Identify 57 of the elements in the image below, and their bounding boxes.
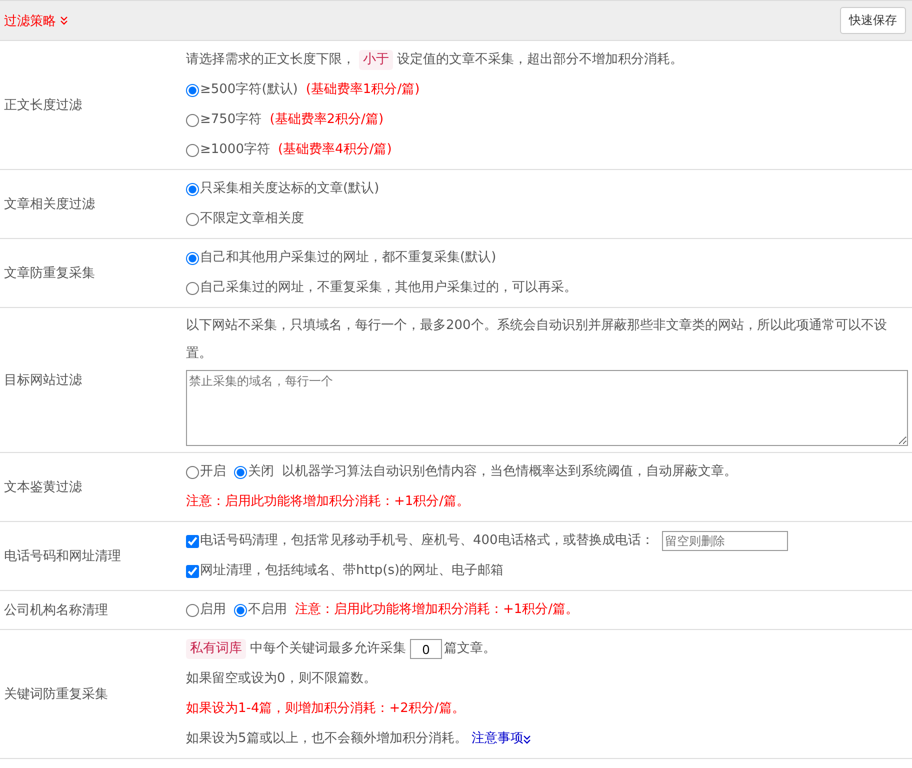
checkbox[interactable] <box>186 564 199 578</box>
setting-label: 正文长度过滤 <box>4 97 82 114</box>
description-text: 中每个关键词最多允许采集 <box>250 640 406 658</box>
setting-label: 关键词防重复采集 <box>4 686 108 703</box>
radio-button[interactable] <box>186 466 199 478</box>
radio-button[interactable] <box>186 212 199 226</box>
radio-button[interactable] <box>186 252 199 264</box>
highlight-tag: 私有词库 <box>186 639 246 659</box>
option-label[interactable]: ≥750字符 <box>200 106 262 134</box>
radio-button[interactable] <box>234 466 247 478</box>
description-text: 如果设为5篇或以上，也不会额外增加积分消耗。 <box>186 730 468 748</box>
radio-button[interactable] <box>186 114 199 126</box>
radio-button[interactable] <box>186 144 199 156</box>
description-text: 以下网站不采集，只填域名，每行一个，最多200个。系统会自动识别并屏蔽那些非文章类的网站，所以此项通常可以不设置。 <box>186 317 888 363</box>
double-chevron-down-icon <box>523 734 532 744</box>
setting-label: 文本鉴黄过滤 <box>4 479 82 496</box>
domain-textarea[interactable]: 禁止采集的域名，每行一个 <box>186 370 908 446</box>
option-label[interactable]: 开启 <box>200 458 226 486</box>
option-label[interactable]: 只采集相关度达标的文章(默认) <box>200 175 380 203</box>
description-text: 篇文章。 <box>444 640 496 658</box>
option-label[interactable]: 不启用 <box>248 596 287 624</box>
warning-text: (基础费率4积分/篇) <box>278 141 392 159</box>
radio-button[interactable] <box>186 84 199 96</box>
quick-save-button[interactable]: 快速保存 <box>840 7 906 34</box>
option-label[interactable]: ≥500字符(默认) <box>200 76 298 104</box>
setting-label: 文章防重复采集 <box>4 265 95 282</box>
checkbox[interactable] <box>186 534 199 548</box>
radio-button[interactable] <box>186 604 199 616</box>
setting-label: 公司机构名称清理 <box>4 602 108 619</box>
warning-text: 注意：启用此功能将增加积分消耗：+1积分/篇。 <box>295 601 579 619</box>
warning-text: (基础费率1积分/篇) <box>306 81 420 99</box>
radio-button[interactable] <box>186 282 199 294</box>
description-text: 以机器学习算法自动识别色情内容，当色情概率达到系统阈值，自动屏蔽文章。 <box>282 463 737 481</box>
setting-label: 文章相关度过滤 <box>4 196 95 213</box>
option-label[interactable]: 网址清理，包括纯域名、带http(s)的网址、电子邮箱 <box>200 557 504 585</box>
option-label[interactable]: 电话号码清理，包括常见移动手机号、座机号、400电话格式，或替换成电话： <box>200 527 654 555</box>
warning-text: 注意：启用此功能将增加积分消耗：+1积分/篇。 <box>186 493 470 511</box>
setting-label: 目标网站过滤 <box>4 372 82 389</box>
number-input[interactable]: 0 <box>410 639 442 659</box>
option-label[interactable]: 不限定文章相关度 <box>200 205 304 233</box>
radio-button[interactable] <box>186 182 199 196</box>
setting-label: 电话号码和网址清理 <box>4 548 121 565</box>
description-text: 如果留空或设为0，则不限篇数。 <box>186 670 376 688</box>
notes-link[interactable]: 注意事项 <box>471 725 532 753</box>
option-label[interactable]: 关闭 <box>248 458 274 486</box>
description-text: 设定值的文章不采集，超出部分不增加积分消耗。 <box>397 51 683 69</box>
highlight-tag: 小于 <box>359 50 393 70</box>
option-label[interactable]: 自己采集过的网址，不重复采集，其他用户采集过的，可以再采。 <box>200 274 577 302</box>
option-label[interactable]: 自己和其他用户采集过的网址，都不重复采集(默认) <box>200 244 496 272</box>
double-chevron-down-icon <box>60 16 68 25</box>
option-label[interactable]: ≥1000字符 <box>200 136 270 164</box>
radio-button[interactable] <box>234 604 247 616</box>
option-label[interactable]: 启用 <box>200 596 226 624</box>
description-text: 请选择需求的正文长度下限， <box>186 51 355 69</box>
warning-text: 如果设为1-4篇，则增加积分消耗：+2积分/篇。 <box>186 700 465 718</box>
input-field[interactable]: 留空则删除 <box>662 531 788 551</box>
warning-text: (基础费率2积分/篇) <box>270 111 384 129</box>
